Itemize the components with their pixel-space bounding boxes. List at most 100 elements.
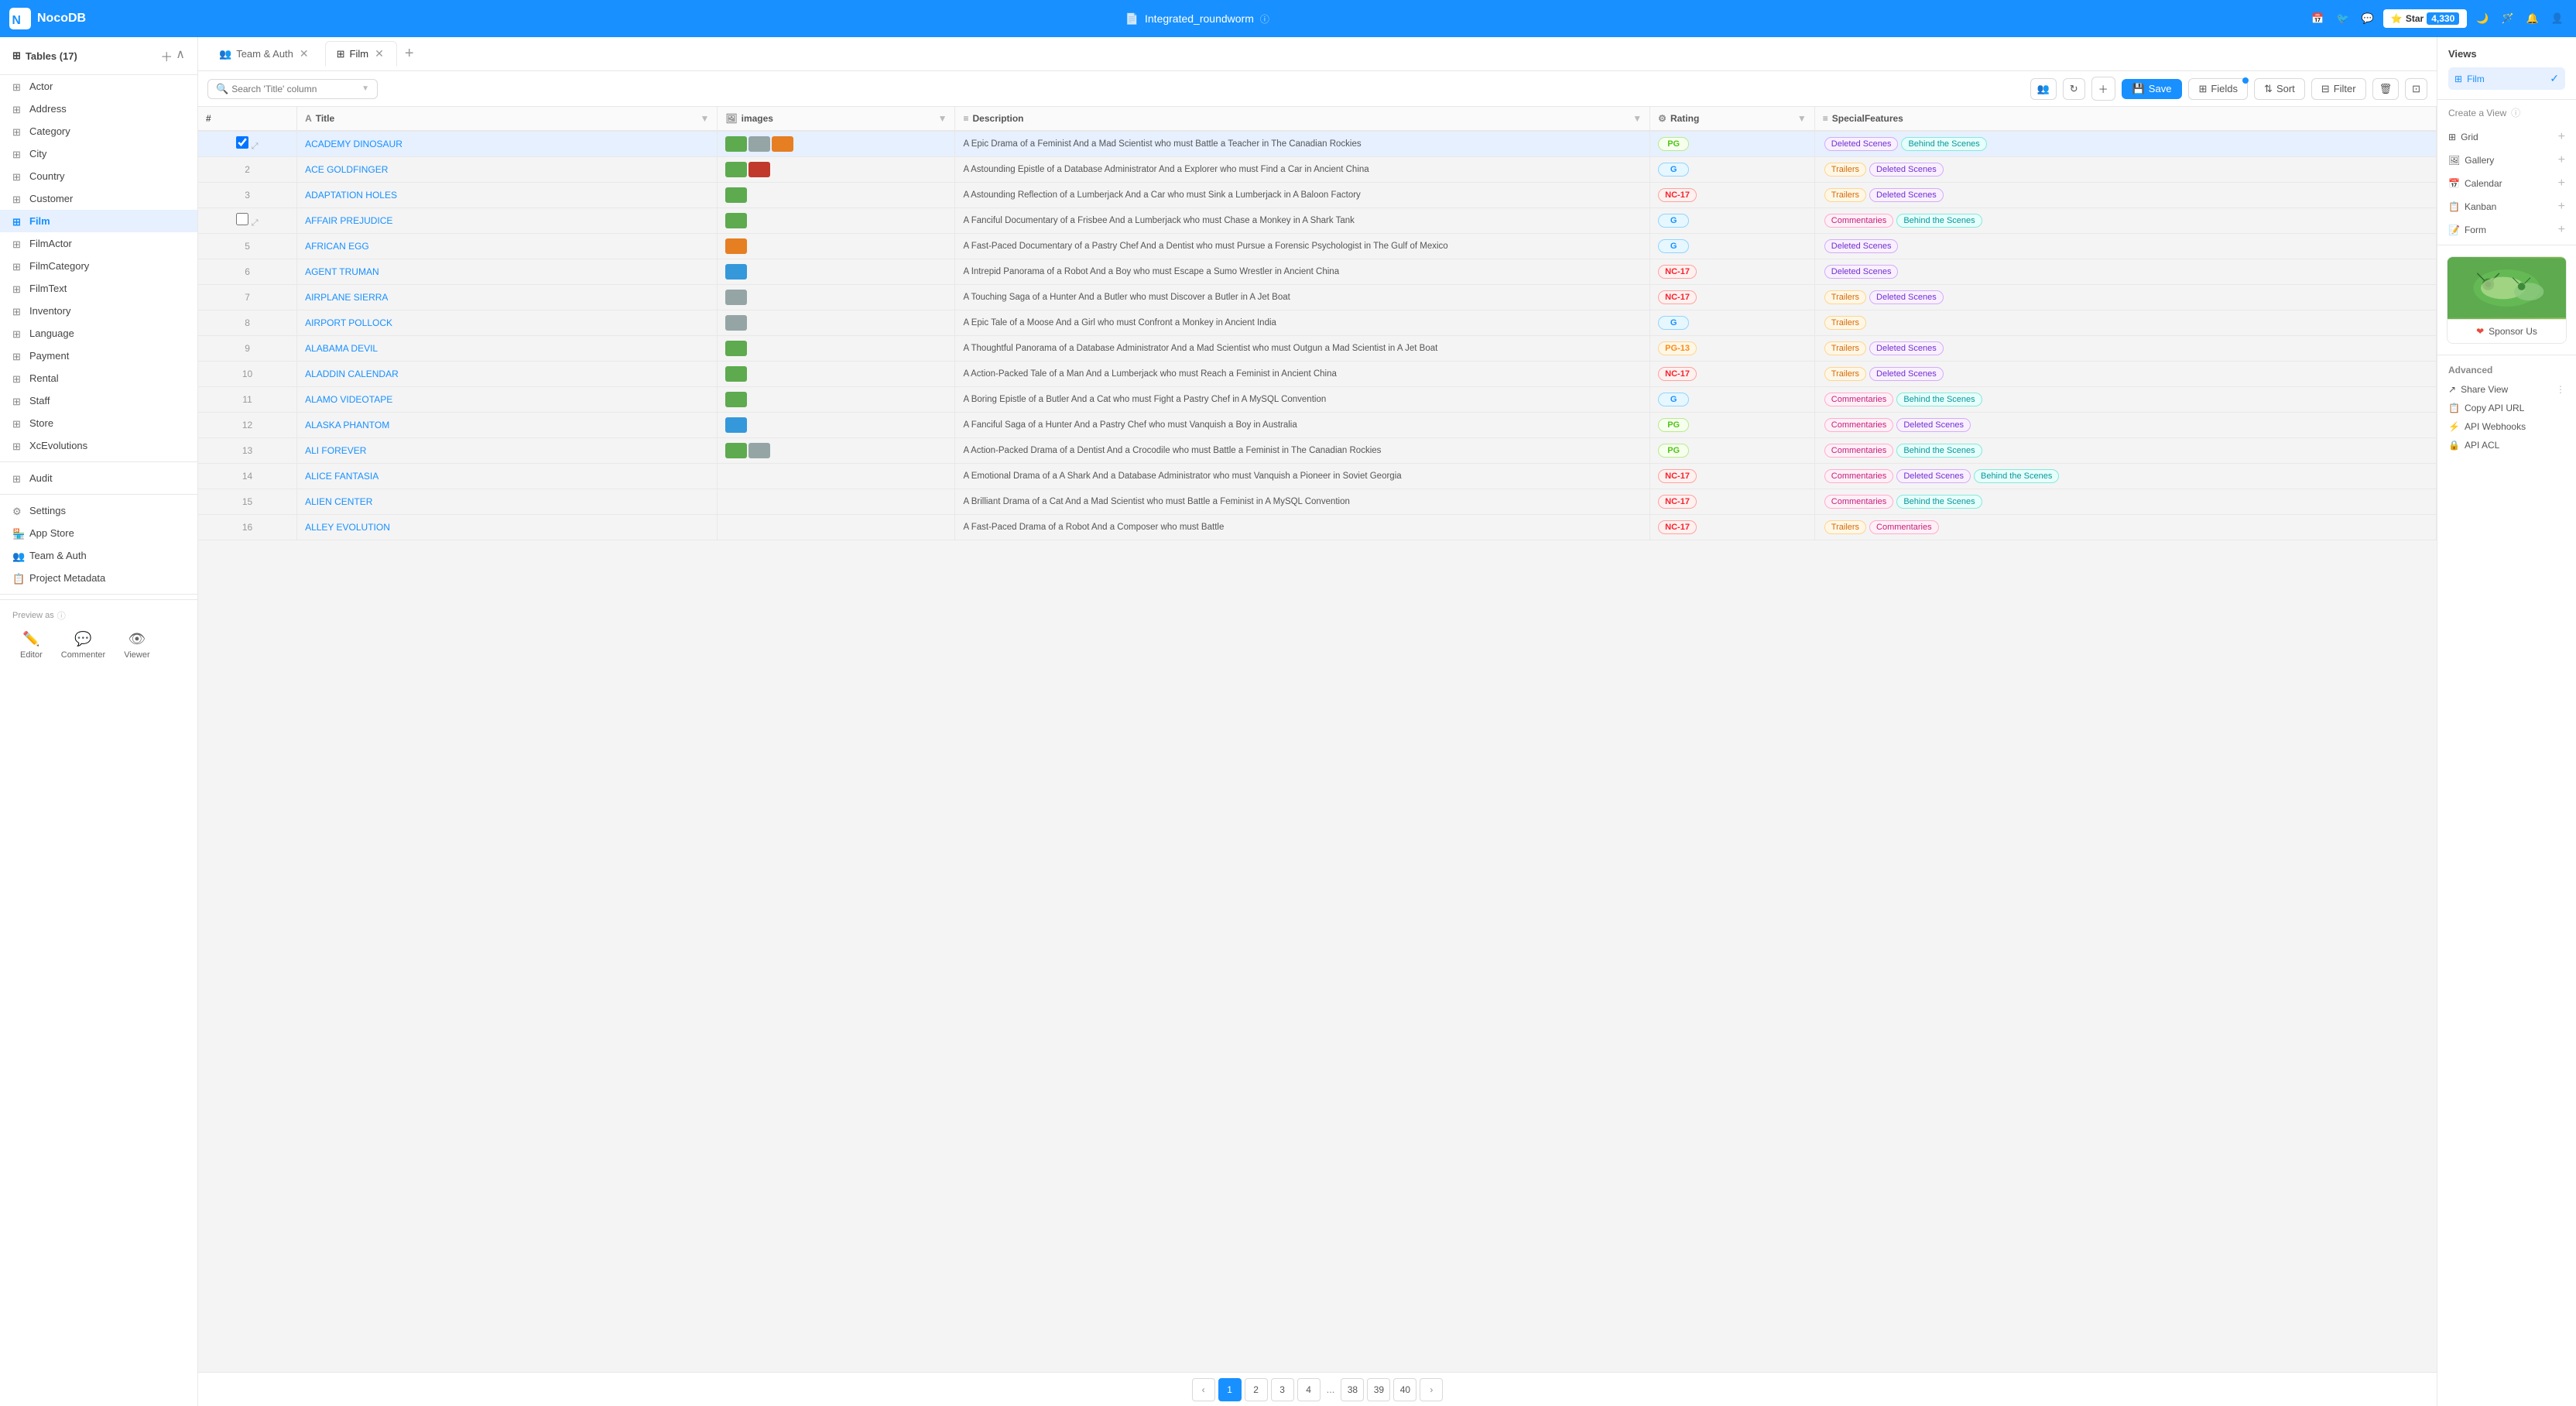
sidebar-item-inventory[interactable]: ⊞Inventory bbox=[0, 300, 197, 322]
app-logo[interactable]: N NocoDB bbox=[9, 8, 86, 29]
view-type-kanban[interactable]: 📋 Kanban + bbox=[2437, 195, 2576, 218]
add-tab-button[interactable]: + bbox=[400, 43, 419, 64]
sidebar-item-rental[interactable]: ⊞Rental bbox=[0, 367, 197, 389]
film-title-link[interactable]: AIRPORT POLLOCK bbox=[305, 317, 392, 328]
film-title-link[interactable]: ADAPTATION HOLES bbox=[305, 190, 397, 201]
sidebar-item-xcevolutions[interactable]: ⊞XcEvolutions bbox=[0, 434, 197, 457]
search-input[interactable] bbox=[231, 84, 358, 94]
gallery-plus-icon[interactable]: + bbox=[2558, 153, 2565, 167]
form-plus-icon[interactable]: + bbox=[2558, 223, 2565, 237]
grid-plus-icon[interactable]: + bbox=[2558, 130, 2565, 144]
sidebar-item-customer[interactable]: ⊞Customer bbox=[0, 187, 197, 210]
tab-team-auth[interactable]: 👥 Team & Auth ✕ bbox=[207, 41, 322, 67]
sidebar-item-filmcategory[interactable]: ⊞FilmCategory bbox=[0, 255, 197, 277]
preview-commenter-tab[interactable]: 💬 Commenter bbox=[53, 628, 113, 663]
tab-film[interactable]: ⊞ Film ✕ bbox=[325, 41, 397, 67]
team-auth-tab-close[interactable]: ✕ bbox=[298, 46, 310, 61]
expand-view-button[interactable]: ⊡ bbox=[2405, 78, 2427, 100]
advanced-copy-api[interactable]: 📋 Copy API URL bbox=[2448, 399, 2565, 417]
sidebar-item-payment[interactable]: ⊞Payment bbox=[0, 345, 197, 367]
calendar-plus-icon[interactable]: + bbox=[2558, 177, 2565, 190]
share-button[interactable]: 👥 bbox=[2030, 78, 2057, 100]
kanban-plus-icon[interactable]: + bbox=[2558, 200, 2565, 214]
pagination-page-40[interactable]: 40 bbox=[1393, 1378, 1416, 1401]
advanced-webhooks[interactable]: ⚡ API Webhooks bbox=[2448, 417, 2565, 436]
film-title-link[interactable]: AFRICAN EGG bbox=[305, 241, 369, 252]
film-title-link[interactable]: AFFAIR PREJUDICE bbox=[305, 215, 392, 226]
expand-row-icon[interactable]: ⤢ bbox=[252, 142, 259, 151]
film-title-link[interactable]: ALLEY EVOLUTION bbox=[305, 522, 390, 533]
sidebar-project-metadata[interactable]: 📋 Project Metadata bbox=[0, 567, 197, 589]
filter-button[interactable]: ⊟ Filter bbox=[2311, 78, 2366, 100]
col-header-images[interactable]: 🖼 images ▼ bbox=[718, 107, 955, 131]
sidebar-item-actor[interactable]: ⊞Actor bbox=[0, 75, 197, 98]
twitter-icon[interactable]: 🐦 bbox=[2334, 9, 2352, 28]
collapse-sidebar-icon[interactable]: ∧ bbox=[176, 46, 185, 65]
row-title-cell[interactable]: AFRICAN EGG bbox=[297, 234, 718, 259]
sidebar-item-store[interactable]: ⊞Store bbox=[0, 412, 197, 434]
sidebar-item-filmtext[interactable]: ⊞FilmText bbox=[0, 277, 197, 300]
sidebar-item-language[interactable]: ⊞Language bbox=[0, 322, 197, 345]
col-header-special[interactable]: ≡ SpecialFeatures bbox=[1814, 107, 2436, 131]
save-button[interactable]: 💾 Save bbox=[2122, 79, 2183, 99]
sidebar-item-staff[interactable]: ⊞Staff bbox=[0, 389, 197, 412]
bell-icon[interactable]: 🔔 bbox=[2523, 9, 2542, 28]
pagination-page-2[interactable]: 2 bbox=[1245, 1378, 1268, 1401]
film-title-link[interactable]: AGENT TRUMAN bbox=[305, 266, 379, 277]
discord-icon[interactable]: 💬 bbox=[2358, 9, 2377, 28]
advanced-acl[interactable]: 🔒 API ACL bbox=[2448, 436, 2565, 454]
calendar-icon[interactable]: 📅 bbox=[2308, 9, 2327, 28]
sort-button[interactable]: ⇅ Sort bbox=[2254, 78, 2305, 100]
preview-viewer-tab[interactable]: 👁 Viewer bbox=[116, 628, 157, 663]
col-header-title[interactable]: A Title ▼ bbox=[297, 107, 718, 131]
pagination-prev[interactable]: ‹ bbox=[1192, 1378, 1215, 1401]
film-title-link[interactable]: ALAMO VIDEOTAPE bbox=[305, 394, 392, 405]
sidebar-app-store[interactable]: 🏪 App Store bbox=[0, 522, 197, 544]
magic-icon[interactable]: 🪄 bbox=[2498, 9, 2516, 28]
film-title-link[interactable]: AIRPLANE SIERRA bbox=[305, 292, 388, 303]
sidebar-item-audit[interactable]: ⊞ Audit bbox=[0, 467, 197, 489]
add-table-icon[interactable]: ＋ bbox=[160, 46, 173, 65]
view-type-grid[interactable]: ⊞ Grid + bbox=[2437, 125, 2576, 149]
col-header-description[interactable]: ≡ Description ▼ bbox=[955, 107, 1650, 131]
refresh-button[interactable]: ↻ bbox=[2063, 78, 2085, 100]
col-header-rating[interactable]: ⚙ Rating ▼ bbox=[1650, 107, 1815, 131]
view-type-form[interactable]: 📝 Form + bbox=[2437, 218, 2576, 242]
row-title-cell[interactable]: ALIEN CENTER bbox=[297, 489, 718, 515]
sponsor-button[interactable]: ❤ Sponsor Us bbox=[2448, 319, 2566, 343]
preview-editor-tab[interactable]: ✏️ Editor bbox=[12, 628, 50, 663]
film-title-link[interactable]: ALABAMA DEVIL bbox=[305, 343, 378, 354]
pagination-page-4[interactable]: 4 bbox=[1297, 1378, 1321, 1401]
pagination-page-38[interactable]: 38 bbox=[1341, 1378, 1364, 1401]
film-title-link[interactable]: ALICE FANTASIA bbox=[305, 471, 379, 482]
pagination-next[interactable]: › bbox=[1420, 1378, 1443, 1401]
row-title-cell[interactable]: ALABAMA DEVIL bbox=[297, 336, 718, 362]
view-type-calendar[interactable]: 📅 Calendar + bbox=[2437, 172, 2576, 195]
row-title-cell[interactable]: ALAMO VIDEOTAPE bbox=[297, 387, 718, 413]
sidebar-item-filmactor[interactable]: ⊞FilmActor bbox=[0, 232, 197, 255]
row-title-cell[interactable]: ALLEY EVOLUTION bbox=[297, 515, 718, 540]
add-row-button[interactable]: ＋ bbox=[2091, 77, 2115, 101]
sidebar-item-address[interactable]: ⊞Address bbox=[0, 98, 197, 120]
film-title-link[interactable]: ALASKA PHANTOM bbox=[305, 420, 389, 430]
search-filter-icon[interactable]: ▼ bbox=[361, 84, 369, 93]
film-title-link[interactable]: ACADEMY DINOSAUR bbox=[305, 139, 402, 149]
pagination-page-1[interactable]: 1 bbox=[1218, 1378, 1242, 1401]
row-title-cell[interactable]: ALICE FANTASIA bbox=[297, 464, 718, 489]
row-title-cell[interactable]: AIRPLANE SIERRA bbox=[297, 285, 718, 310]
sidebar-item-film[interactable]: ⊞Film bbox=[0, 210, 197, 232]
sidebar-team-auth[interactable]: 👥 Team & Auth bbox=[0, 544, 197, 567]
fields-button[interactable]: ⊞ Fields bbox=[2188, 78, 2248, 100]
search-box[interactable]: 🔍 ▼ bbox=[207, 79, 378, 99]
row-title-cell[interactable]: AGENT TRUMAN bbox=[297, 259, 718, 285]
col-header-num[interactable]: # bbox=[198, 107, 297, 131]
film-title-link[interactable]: ALI FOREVER bbox=[305, 445, 366, 456]
row-title-cell[interactable]: ALASKA PHANTOM bbox=[297, 413, 718, 438]
film-title-link[interactable]: ALADDIN CALENDAR bbox=[305, 369, 399, 379]
sidebar-settings[interactable]: ⚙ Settings bbox=[0, 499, 197, 522]
film-title-link[interactable]: ACE GOLDFINGER bbox=[305, 164, 388, 175]
row-title-cell[interactable]: AIRPORT POLLOCK bbox=[297, 310, 718, 336]
moon-icon[interactable]: 🌙 bbox=[2473, 9, 2492, 28]
user-icon[interactable]: 👤 bbox=[2548, 9, 2567, 28]
row-checkbox[interactable] bbox=[236, 136, 248, 149]
